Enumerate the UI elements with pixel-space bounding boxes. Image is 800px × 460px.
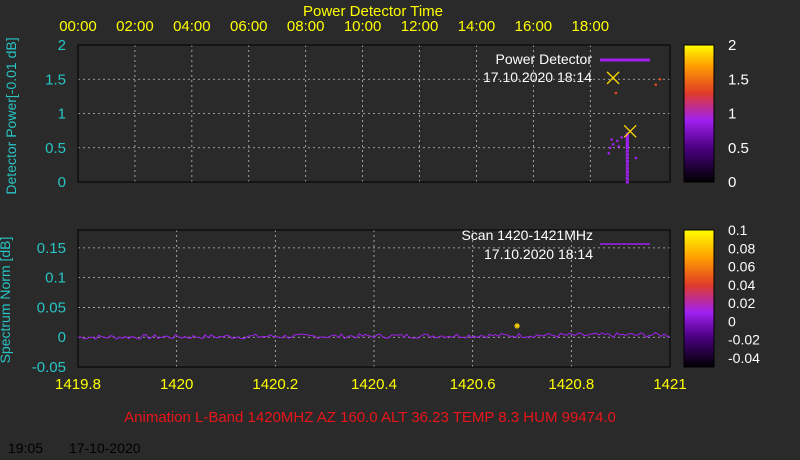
bottom-y-tick-label: 0.05 (37, 299, 66, 316)
top-scatter-point (610, 138, 613, 141)
top-y-tick-label: 1.5 (45, 71, 66, 88)
bottom-x-tick-label: 1420.6 (450, 376, 496, 393)
top-series-point (625, 153, 629, 157)
top-legend: Power Detector 17.10.2020 18:14 (483, 51, 650, 85)
top-colorbar-tick-label: 2 (728, 37, 736, 54)
bottom-colorbar-tick-label: 0.06 (728, 259, 755, 275)
top-series-point (625, 159, 629, 163)
top-scatter-point (607, 151, 611, 155)
top-x-tick-labels: 00:00 02:00 04:00 06:00 08:00 10:00 12:00 14:00… (59, 18, 609, 35)
bottom-legend: Scan 1420-1421MHz 17.10.2020 18:14 (461, 227, 650, 262)
top-series-point (625, 156, 629, 160)
top-x-tick-label: 08:00 (287, 18, 325, 35)
bottom-colorbar-tick-label: 0 (728, 313, 736, 329)
bottom-y-tick-label: 0 (58, 329, 66, 346)
top-scatter-point (617, 145, 621, 148)
top-scatter-point (611, 143, 615, 146)
bottom-y-tick-label: -0.05 (32, 359, 66, 376)
top-x-tick-label: 14:00 (458, 18, 496, 35)
top-series-point (625, 177, 629, 181)
top-colorbar-tick-label: 1.5 (728, 71, 749, 88)
top-legend-label: Power Detector (496, 51, 593, 67)
top-legend-date: 17.10.2020 18:14 (483, 69, 592, 85)
bottom-colorbar-tick-label: 0.1 (728, 222, 748, 238)
bottom-colorbar-ticks: 0.1 0.08 0.06 0.04 0.02 0 -0.02 -0.04 (728, 222, 760, 366)
top-x-tick-label: 16:00 (515, 18, 553, 35)
bottom-x-tick-label: 1419.8 (55, 376, 101, 393)
top-colorbar-tick-label: 0 (728, 174, 736, 191)
top-y-tick-label: 0.5 (45, 140, 66, 157)
bottom-x-tick-label: 1420 (160, 376, 193, 393)
bottom-y-tick-labels: -0.05 0 0.05 0.1 0.15 (32, 240, 66, 376)
top-x-tick-label: 02:00 (116, 18, 154, 35)
top-colorbar-tick-label: 1 (728, 106, 736, 123)
top-x-tick-label: 18:00 (572, 18, 610, 35)
status-date: 17-10-2020 (68, 440, 141, 456)
top-x-tick-label: 12:00 (401, 18, 439, 35)
top-x-tick-label: 10:00 (344, 18, 382, 35)
top-scatter-point (608, 146, 612, 150)
bottom-x-tick-label: 1421 (653, 376, 686, 393)
bottom-colorbar-tick-label: 0.08 (728, 240, 755, 256)
bottom-x-tick-label: 1420.2 (252, 376, 298, 393)
bottom-x-tick-label: 1420.8 (548, 376, 594, 393)
top-scatter-point (616, 139, 619, 143)
top-chart: Power Detector Time 00:00 02:00 04:00 06:00… (3, 3, 749, 195)
top-cross-marker (623, 124, 637, 138)
top-x-tick-label: 06:00 (230, 18, 268, 35)
top-y-axis-label: Detector Power[-0.01 dB] (3, 37, 19, 194)
top-colorbar-tick-label: 0.5 (728, 140, 749, 157)
bottom-x-tick-label: 1420.4 (351, 376, 397, 393)
top-scatter-point (654, 83, 658, 87)
bottom-y-tick-label: 0.15 (37, 240, 66, 257)
top-series-point (625, 170, 629, 174)
top-y-tick-label: 0 (58, 174, 66, 191)
top-series-point (625, 166, 629, 170)
bottom-colorbar (683, 229, 715, 368)
bottom-y-tick-label: 0.1 (45, 270, 66, 287)
top-series-point (625, 173, 629, 177)
top-series-point (625, 180, 629, 184)
status-time: 19:05 (8, 440, 44, 456)
top-cross-marker (606, 71, 620, 85)
top-scatter-point (614, 91, 618, 95)
power-detector-figure: Power Detector Time 00:00 02:00 04:00 06:00… (0, 3, 760, 426)
top-series (606, 71, 662, 184)
bottom-colorbar-tick-label: -0.04 (728, 350, 760, 366)
top-colorbar-ticks: 0 0.5 1 1.5 2 (728, 37, 749, 191)
bottom-colorbar-tick-label: 0.02 (728, 295, 755, 311)
top-scatter-point (658, 77, 662, 81)
bottom-chart: -0.05 0 0.05 0.1 0.15 1419.8 1420 1420.2 1420.4… (0, 222, 760, 393)
status-bar: 19:05 17-10-2020 (8, 440, 163, 456)
top-y-tick-labels: 0 0.5 1 1.5 2 (45, 37, 66, 191)
top-x-tick-label: 04:00 (173, 18, 211, 35)
bottom-y-axis-label: Spectrum Norm [dB] (0, 237, 13, 364)
top-x-tick-label: 00:00 (59, 18, 97, 35)
top-series-point (625, 163, 629, 167)
bottom-x-tick-labels: 1419.8 1420 1420.2 1420.4 1420.6 1420.8 1421 (55, 376, 687, 393)
bottom-colorbar-tick-label: -0.02 (728, 332, 760, 348)
top-y-tick-label: 1 (58, 106, 66, 123)
top-series-point (625, 149, 629, 153)
bottom-star-marker (514, 322, 521, 329)
top-scatter-point (620, 136, 623, 139)
top-scatter-point (634, 156, 638, 160)
bottom-legend-label: Scan 1420-1421MHz (461, 227, 593, 243)
top-y-tick-label: 2 (58, 37, 66, 54)
footer-caption: Animation L-Band 1420MHZ AZ 160.0 ALT 36… (124, 409, 616, 426)
top-colorbar (683, 44, 715, 183)
bottom-legend-date: 17.10.2020 18:14 (484, 246, 593, 262)
bottom-colorbar-tick-label: 0.04 (728, 277, 755, 293)
